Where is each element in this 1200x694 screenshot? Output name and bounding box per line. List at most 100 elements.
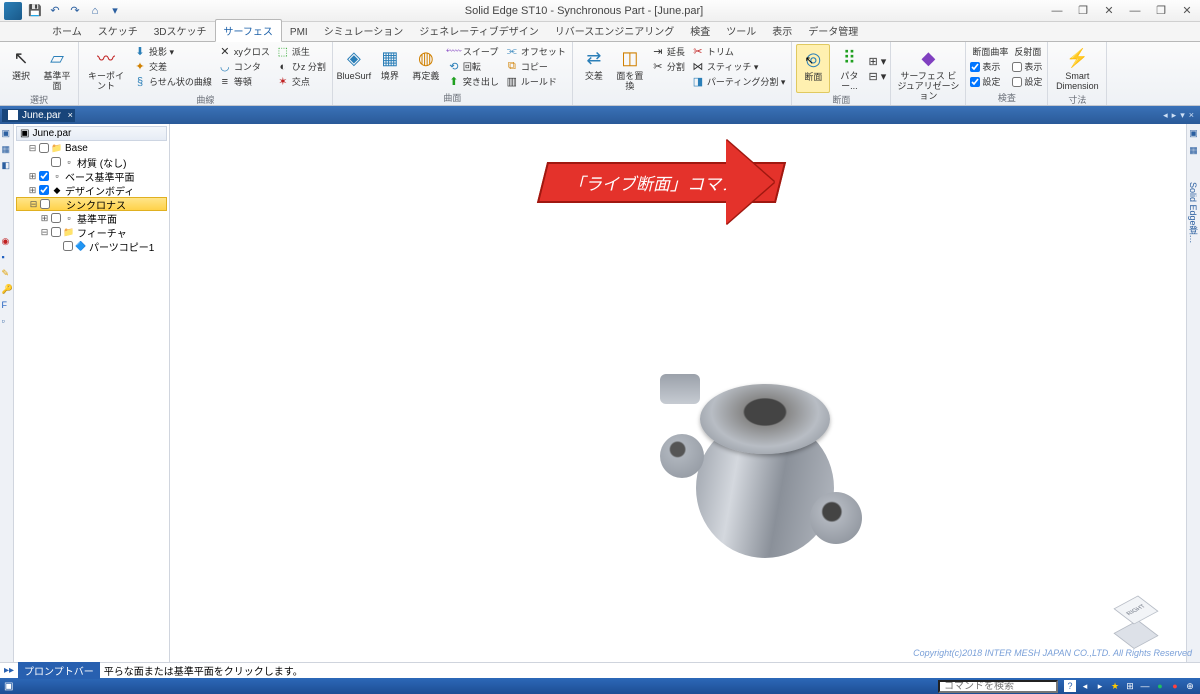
ruled-button[interactable]: ▥ルールド	[503, 74, 568, 89]
keypoint-button[interactable]: 〰キーポイント	[83, 44, 129, 93]
tab-view[interactable]: 表示	[764, 20, 800, 41]
tree-twisty-icon[interactable]: ⊟	[40, 227, 49, 238]
tree-twisty-icon[interactable]: ⊞	[28, 185, 37, 196]
tab-inspect[interactable]: 検査	[682, 20, 718, 41]
close-tab-icon[interactable]: ×	[68, 110, 73, 120]
tree-node[interactable]: ⊞▫ベース基準平面	[16, 169, 167, 183]
home-icon[interactable]: ⌂	[86, 3, 104, 19]
tree-twisty-icon[interactable]: ⊟	[29, 199, 38, 210]
dropdown-icon[interactable]: ▾	[106, 3, 124, 19]
status-icon[interactable]: ▣	[4, 681, 13, 692]
tab-surface[interactable]: サーフェス	[215, 19, 282, 42]
stitch-button[interactable]: ⋈スティッチ ▾	[689, 59, 787, 74]
swap-button[interactable]: ⇄交差	[577, 44, 611, 104]
replace-button[interactable]: ◫面を置換	[613, 44, 647, 104]
trim-button[interactable]: ✂トリム	[689, 44, 787, 59]
3d-part[interactable]	[660, 374, 870, 584]
close-icon[interactable]: ✕	[1096, 2, 1122, 20]
tree-check[interactable]	[51, 213, 61, 223]
parting-button[interactable]: ◨パーティング分割 ▾	[689, 74, 787, 89]
tree-check[interactable]	[39, 185, 49, 195]
wrap-button[interactable]: ◐ひz 分割	[274, 59, 328, 74]
copy-button[interactable]: ⧉コピー	[503, 59, 568, 74]
tab-sketch[interactable]: スケッチ	[90, 20, 146, 41]
redef-button[interactable]: ◍再定義	[409, 44, 443, 91]
sb-icon[interactable]: ◂	[1079, 680, 1091, 692]
sb-icon[interactable]: ?	[1064, 680, 1076, 692]
tab-pmi[interactable]: PMI	[282, 24, 316, 41]
tree-node[interactable]: ⊟シンクロナス	[16, 197, 167, 211]
tree-check[interactable]	[39, 143, 49, 153]
misc1-button[interactable]: ⊞ ▾	[868, 54, 886, 69]
restore-icon[interactable]: ❐	[1148, 2, 1174, 20]
tab-rev[interactable]: リバースエンジニアリング	[547, 20, 683, 41]
tab-home[interactable]: ホーム	[44, 20, 90, 41]
sweep-button[interactable]: ⬳スイープ	[445, 44, 501, 59]
lb-icon[interactable]: ◉	[2, 236, 12, 246]
lb-icon[interactable]: F	[2, 300, 12, 310]
boundary-button[interactable]: ▦境界	[373, 44, 407, 91]
undo-icon[interactable]: ↶	[46, 3, 64, 19]
intersect-button[interactable]: ✦交差	[131, 59, 214, 74]
close2-icon[interactable]: ✕	[1174, 2, 1200, 20]
redo-icon[interactable]: ↷	[66, 3, 84, 19]
tree-check[interactable]	[63, 241, 73, 251]
sb-icon[interactable]: ⊕	[1184, 680, 1196, 692]
live-section-button[interactable]: ◎↖断面	[796, 44, 830, 93]
doc-tab[interactable]: June.par ×	[2, 109, 75, 122]
div-button[interactable]: ✂分割	[649, 59, 687, 74]
tab-data[interactable]: データ管理	[800, 20, 866, 41]
command-search[interactable]	[938, 680, 1058, 693]
minimize-icon[interactable]: —	[1044, 2, 1070, 20]
tab-tools[interactable]: ツール	[718, 20, 764, 41]
offset-button[interactable]: ⫘オフセット	[503, 44, 568, 59]
refplane-button[interactable]: ▱基準平面	[40, 44, 74, 93]
tree-node[interactable]: ⊟📁Base	[16, 141, 167, 155]
tab-3dsketch[interactable]: 3Dスケッチ	[146, 20, 215, 41]
contour-button[interactable]: ◡コンタ	[216, 59, 272, 74]
tree-title[interactable]: ▣June.par	[16, 126, 167, 141]
minimize2-icon[interactable]: —	[1122, 2, 1148, 20]
sb-icon[interactable]: ⊞	[1124, 680, 1136, 692]
lb-icon[interactable]: ▫	[2, 316, 12, 326]
tree-node[interactable]: ⊞▫基準平面	[16, 211, 167, 225]
tree-check[interactable]	[40, 199, 50, 209]
tree-node[interactable]: 🔷パーツコピー1	[16, 239, 167, 253]
sb-icon[interactable]: —	[1139, 680, 1151, 692]
lb-icon[interactable]: ▦	[2, 144, 12, 154]
lb-icon[interactable]: 🔑	[2, 284, 12, 294]
smartdim-button[interactable]: ⚡Smart Dimension	[1052, 44, 1102, 93]
select-button[interactable]: ↖選択	[4, 44, 38, 93]
disp2-check[interactable]: 表示	[1012, 59, 1043, 74]
save-icon[interactable]: 💾	[26, 3, 44, 19]
sb-icon[interactable]: ★	[1109, 680, 1121, 692]
misc2-button[interactable]: ⊟ ▾	[868, 69, 886, 84]
tree-twisty-icon[interactable]: ⊟	[28, 143, 37, 154]
maximize-icon[interactable]: ❐	[1070, 2, 1096, 20]
disp-check[interactable]: 表示	[970, 59, 1010, 74]
set2-check[interactable]: 設定	[1012, 74, 1043, 89]
tree-node[interactable]: ⊟📁フィーチャ	[16, 225, 167, 239]
lb-icon[interactable]: ▪	[2, 252, 12, 262]
tree-node[interactable]: ⊞◆デザインボディ	[16, 183, 167, 197]
pattern-button[interactable]: ⠿パター...	[832, 44, 866, 93]
tree-check[interactable]	[51, 157, 61, 167]
sb-icon[interactable]: ▸	[1094, 680, 1106, 692]
view-cube[interactable]: RIGHT	[1114, 594, 1158, 638]
rb-icon[interactable]: ▦	[1189, 145, 1198, 156]
lb-icon[interactable]: ▣	[2, 128, 12, 138]
cross-button[interactable]: ✕xyクロス	[216, 44, 272, 59]
tree-node[interactable]: ▫材質 (なし)	[16, 155, 167, 169]
derive-button[interactable]: ⬚派生	[274, 44, 328, 59]
viz-button[interactable]: ◆サーフェス ビジュアリゼーション	[895, 44, 961, 104]
rb-icon[interactable]: ▣	[1189, 128, 1198, 139]
viewport[interactable]: 「ライブ断面」コマンド RIGHT	[170, 124, 1186, 662]
tab-gen[interactable]: ジェネレーティブデザイン	[411, 20, 546, 41]
tree-check[interactable]	[51, 227, 61, 237]
equal-button[interactable]: ≡等頓	[216, 74, 272, 89]
rev-button[interactable]: ⟲回転	[445, 59, 501, 74]
lb-icon[interactable]: ◧	[2, 160, 12, 170]
lb-icon[interactable]: ✎	[2, 268, 12, 278]
isect2-button[interactable]: ✶交点	[274, 74, 328, 89]
set-check[interactable]: 設定	[970, 74, 1010, 89]
